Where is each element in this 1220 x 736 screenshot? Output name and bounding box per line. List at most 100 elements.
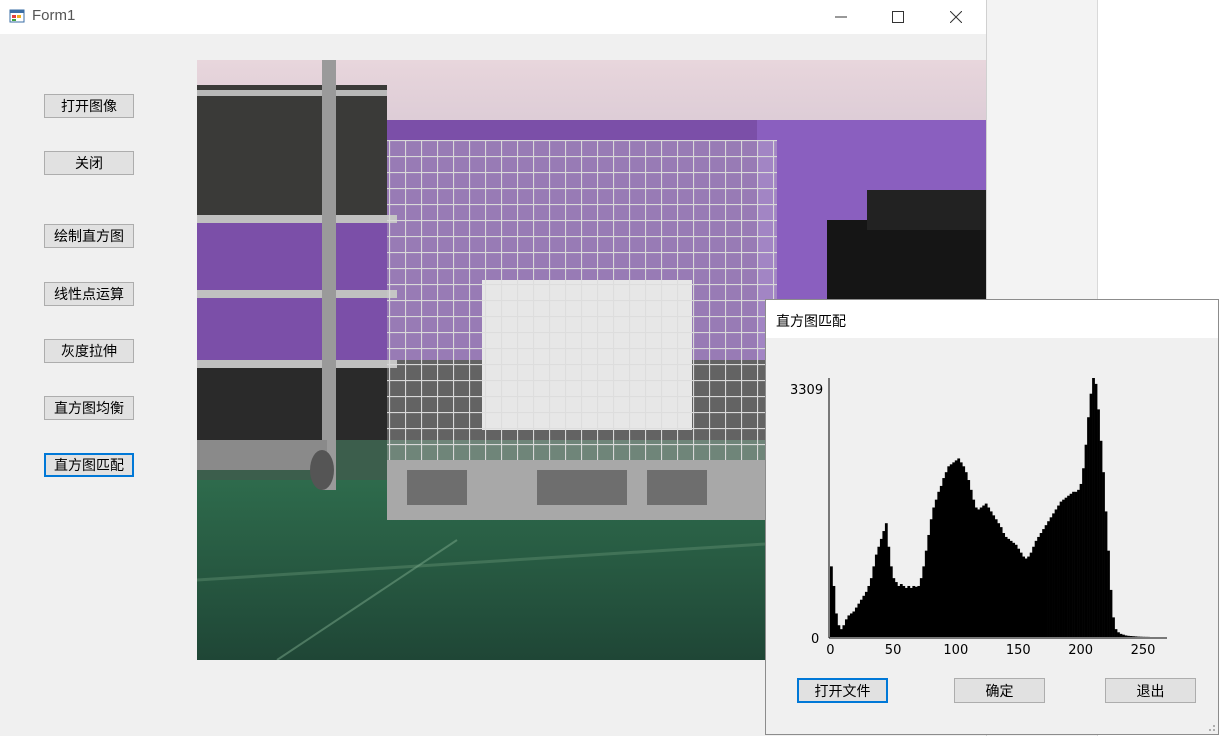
- open-file-button[interactable]: 打开文件: [797, 678, 888, 703]
- histogram-bar: [879, 538, 883, 637]
- histogram-bar: [869, 578, 873, 637]
- histogram-bar: [854, 607, 858, 637]
- histogram-match-button[interactable]: 直方图匹配: [44, 453, 134, 477]
- histogram-bar: [844, 619, 848, 637]
- histogram-bar: [1077, 489, 1080, 637]
- histogram-bar: [862, 595, 866, 637]
- x-tick-label: 0: [826, 643, 834, 658]
- histogram-bar: [1127, 635, 1130, 637]
- x-tick-label: 100: [943, 643, 968, 658]
- histogram-chart: 3309 0 0 50 100 150 200 250: [790, 378, 1167, 658]
- histogram-bar: [1044, 525, 1048, 637]
- histogram-bar: [994, 519, 998, 637]
- histogram-bar: [922, 566, 926, 637]
- histogram-bar: [1024, 558, 1028, 637]
- histogram-bar: [937, 491, 941, 637]
- y-tick-label-max: 3309: [790, 383, 823, 398]
- histogram-bar: [857, 603, 861, 637]
- histogram-equalize-button[interactable]: 直方图均衡: [44, 396, 134, 420]
- histogram-bar: [1042, 529, 1045, 637]
- confirm-button[interactable]: 确定: [954, 678, 1045, 703]
- x-tick-label: 250: [1131, 643, 1156, 658]
- histogram-bar: [1032, 546, 1035, 637]
- close-icon: [950, 11, 962, 23]
- histogram-bar: [919, 578, 923, 637]
- histogram-bar: [1062, 499, 1065, 637]
- histogram-bar: [972, 499, 976, 637]
- histogram-bar: [832, 585, 836, 637]
- histogram-bar: [1057, 505, 1060, 637]
- dialog-title: 直方图匹配: [776, 314, 846, 330]
- histogram-bar: [969, 489, 973, 637]
- histogram-bar: [877, 546, 881, 637]
- x-tick-label: 200: [1068, 643, 1093, 658]
- histogram-bar: [1132, 636, 1135, 637]
- close-button[interactable]: 关闭: [44, 151, 134, 175]
- histogram-bar: [849, 613, 853, 637]
- histogram-bar: [1034, 540, 1038, 637]
- close-window-button[interactable]: [927, 0, 985, 34]
- histogram-bar: [852, 611, 856, 637]
- histogram-bar: [984, 503, 988, 637]
- histogram-bar: [1004, 536, 1008, 637]
- histogram-bar: [1119, 633, 1123, 637]
- maximize-button[interactable]: [869, 0, 927, 34]
- gray-stretch-button[interactable]: 灰度拉伸: [44, 339, 134, 363]
- minimize-button[interactable]: [812, 0, 870, 34]
- histogram-bar: [959, 462, 963, 637]
- histogram-bar: [872, 566, 876, 637]
- exit-button[interactable]: 退出: [1105, 678, 1196, 703]
- histogram-bar: [1074, 491, 1078, 637]
- histogram-bar: [954, 460, 958, 637]
- histogram-bar: [999, 527, 1003, 637]
- resize-grip-icon[interactable]: [1206, 722, 1216, 732]
- histogram-bar: [902, 585, 906, 637]
- linear-point-button[interactable]: 线性点运算: [44, 282, 134, 306]
- histogram-bar: [909, 587, 913, 637]
- x-tick-labels: 0 50 100 150 200 250: [826, 643, 1155, 658]
- histogram-bars: [830, 378, 1150, 637]
- histogram-bar: [939, 485, 943, 637]
- histogram-bar: [929, 519, 933, 637]
- histogram-bar: [1009, 540, 1013, 637]
- histogram-bar: [837, 625, 841, 637]
- histogram-bar: [1104, 511, 1108, 637]
- x-tick-label: 50: [885, 643, 902, 658]
- histogram-bar: [1002, 533, 1006, 637]
- histogram-bar: [977, 509, 981, 637]
- histogram-bar: [917, 585, 921, 637]
- histogram-bar: [1022, 556, 1026, 637]
- histogram-bar: [1124, 635, 1128, 637]
- histogram-match-dialog: 直方图匹配 3309 0 0 50 100 150 200 250 打开文件 确定 退出: [765, 299, 1219, 735]
- histogram-bar: [1092, 378, 1095, 637]
- x-tick-label: 150: [1006, 643, 1031, 658]
- histogram-bar: [1112, 617, 1115, 637]
- histogram-bar: [967, 480, 971, 637]
- histogram-bar: [882, 531, 886, 637]
- histogram-bar: [1049, 517, 1053, 637]
- histogram-bar: [982, 505, 986, 637]
- histogram-bar: [1094, 383, 1098, 637]
- histogram-bar: [842, 625, 846, 637]
- app-icon: [9, 9, 25, 23]
- histogram-bar: [1129, 636, 1133, 637]
- histogram-bar: [839, 629, 843, 637]
- histogram-bar: [1089, 393, 1093, 637]
- maximize-icon: [892, 11, 904, 23]
- open-image-button[interactable]: 打开图像: [44, 94, 134, 118]
- histogram-bar: [944, 472, 948, 637]
- histogram-bar: [974, 507, 978, 637]
- histogram-bar: [949, 464, 953, 637]
- draw-histogram-button[interactable]: 绘制直方图: [44, 224, 134, 248]
- minimize-icon: [835, 16, 847, 18]
- histogram-bar: [1097, 409, 1100, 637]
- histogram-bar: [897, 585, 901, 637]
- histogram-bar: [992, 515, 996, 637]
- histogram-bar: [1054, 509, 1058, 637]
- histogram-bar: [887, 546, 891, 637]
- histogram-bar: [1052, 513, 1055, 637]
- histogram-bar: [947, 466, 951, 637]
- histogram-bar: [1079, 483, 1083, 637]
- histogram-bar: [1027, 556, 1031, 637]
- histogram-bar: [1109, 589, 1113, 637]
